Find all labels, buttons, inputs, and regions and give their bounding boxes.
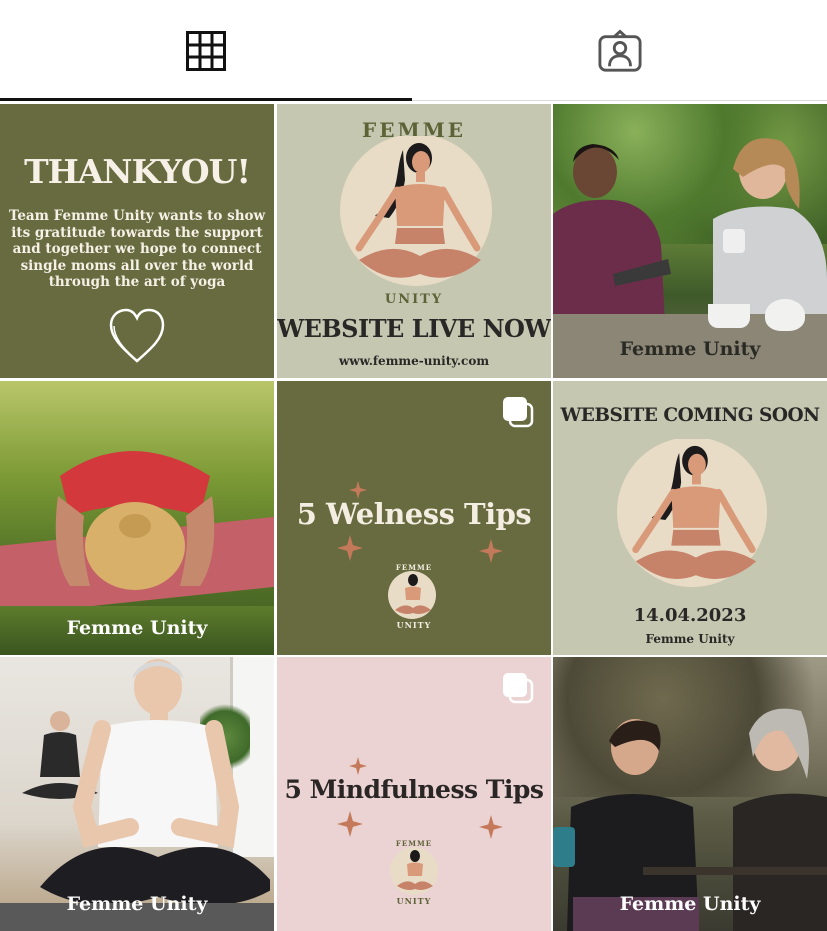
yoga-woman-logo <box>389 846 439 896</box>
active-tab-indicator <box>0 98 412 101</box>
profile-tabs <box>0 0 827 102</box>
carousel-icon <box>501 395 535 429</box>
fence-rail <box>643 867 827 875</box>
launch-date: 14.04.2023 <box>633 605 747 626</box>
main-person <box>30 657 270 931</box>
post-body-text: Team Femme Unity wants to show its grati… <box>8 208 266 290</box>
website-url: www.femme-unity.com <box>338 354 490 368</box>
post-photo-women-fence[interactable]: Femme Unity <box>553 657 827 931</box>
sparkle-icon <box>349 757 367 775</box>
sparkle-icon <box>337 535 363 561</box>
post-welness-tips[interactable]: 5 Welness Tips FEMME UNITY <box>277 381 551 655</box>
posts-grid: THANKYOU! Team Femme Unity wants to show… <box>0 104 827 931</box>
post-website-live[interactable]: FEMME UNITY WEBSITE LIVE NOW www.femme-u… <box>277 104 551 378</box>
brand-watermark: Femme Unity <box>66 893 208 915</box>
post-photo-childs-pose[interactable]: Femme Unity <box>0 381 274 655</box>
carousel-icon <box>501 671 535 705</box>
yoga-woman-logo <box>615 439 769 593</box>
tab-tagged[interactable] <box>412 0 827 102</box>
sparkle-icon <box>337 811 363 837</box>
tagged-person-icon <box>597 29 642 73</box>
tab-divider <box>412 100 827 101</box>
brand-watermark: Femme Unity <box>619 338 761 360</box>
post-headline: WEBSITE COMING SOON <box>560 405 820 426</box>
post-thankyou[interactable]: THANKYOU! Team Femme Unity wants to show… <box>0 104 274 378</box>
post-headline: 5 Mindfulness Tips <box>284 775 544 804</box>
brand-watermark: Femme Unity <box>619 893 761 915</box>
tab-posts[interactable] <box>0 0 412 102</box>
person-left <box>553 134 683 324</box>
teacup <box>708 304 750 328</box>
sparkle-icon <box>479 539 503 563</box>
brand-bottom: UNITY <box>384 292 444 307</box>
person-right <box>703 129 827 329</box>
post-mindfulness-tips[interactable]: 5 Mindfulness Tips FEMME UNITY <box>277 657 551 931</box>
teapot <box>765 299 805 331</box>
brand-watermark: Femme Unity <box>66 617 208 639</box>
logo-bottom: UNITY <box>396 620 432 630</box>
sparkle-icon <box>479 815 503 839</box>
post-photo-women-tea[interactable]: Femme Unity <box>553 104 827 378</box>
brand-name: Femme Unity <box>645 632 735 646</box>
heart-icon <box>107 307 167 365</box>
post-photo-meditation[interactable]: Femme Unity <box>0 657 274 931</box>
person-childs-pose <box>40 436 230 596</box>
grid-icon <box>184 29 228 73</box>
post-headline: THANKYOU! <box>24 152 251 191</box>
post-website-coming-soon[interactable]: WEBSITE COMING SOON 14.04.2023 Femme Uni… <box>553 381 827 655</box>
yoga-woman-logo <box>387 570 437 620</box>
post-headline: WEBSITE LIVE NOW <box>277 314 551 343</box>
logo-bottom: UNITY <box>396 896 432 906</box>
yoga-woman-logo <box>339 136 493 292</box>
post-headline: 5 Welness Tips <box>296 497 532 531</box>
